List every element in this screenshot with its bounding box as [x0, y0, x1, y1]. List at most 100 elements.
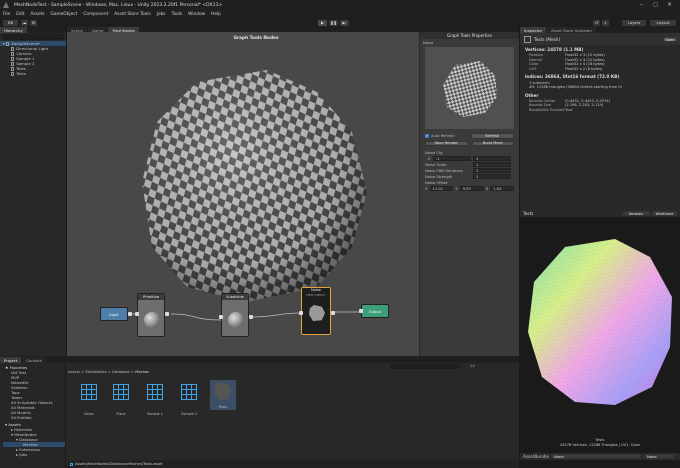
port-noise-in[interactable] — [299, 311, 303, 315]
menu-asset-store-tools[interactable]: Asset Store Tools — [114, 12, 150, 17]
menu-tools[interactable]: Tools — [172, 12, 183, 17]
history-icon[interactable]: ↺ — [593, 19, 600, 26]
auto-refresh-toggle[interactable]: ✓ Auto Refresh — [425, 133, 467, 138]
mesh-grid-icon — [113, 384, 129, 400]
attr-format: Float32 x 4 (16 bytes) — [565, 62, 605, 67]
maximize-icon[interactable]: □ — [653, 2, 658, 8]
asset-mesh-item[interactable]: Plane — [108, 384, 134, 416]
asset-name: Tests — [218, 405, 228, 409]
hierarchy-search-input[interactable] — [2, 34, 64, 40]
asset-mesh-item-selected[interactable]: Tests — [210, 380, 236, 410]
window-title-bar: MeshNodeTest - SampleScene - Windows, Ma… — [0, 0, 680, 10]
build-mesh-button[interactable]: Build Mesh — [471, 140, 514, 146]
node-noise[interactable]: Noise MESH OBJECT — [301, 287, 331, 335]
asset-mesh-item[interactable]: Sample 1 — [142, 384, 168, 416]
range-max-field[interactable]: 1 — [473, 156, 511, 161]
menu-assets[interactable]: Assets — [31, 12, 45, 17]
hierarchy-item-label: Tests — [16, 71, 26, 76]
port-noise-out[interactable] — [331, 311, 335, 315]
inspector-panel: Inspector Asset Store Uploader Tests (Me… — [520, 26, 680, 210]
asset-mesh-item[interactable]: Noise — [76, 384, 102, 416]
node-input[interactable]: Input — [100, 307, 128, 321]
sphere-preview-icon — [228, 312, 244, 328]
selected-asset-path: Assets/MeshNodes/Database/Meshes/Tests.a… — [75, 462, 163, 466]
node-output[interactable]: Output — [361, 304, 389, 318]
preview-label: Noise — [423, 41, 434, 45]
breadcrumb-item[interactable]: Meshes — [135, 370, 149, 374]
port-subdivide-in[interactable] — [219, 315, 223, 319]
node-subdivide[interactable]: Subdivide — [221, 293, 249, 337]
menu-window[interactable]: Window — [188, 12, 205, 17]
close-icon[interactable]: × — [667, 1, 672, 8]
folder-label: Jobs — [19, 452, 28, 457]
asset-name: Plane — [116, 412, 126, 416]
layers-dropdown[interactable]: Layers — [622, 19, 646, 26]
folder-item[interactable]: ▸ Jobs — [3, 452, 65, 457]
preview-title: Tests — [523, 211, 534, 216]
tab-hierarchy[interactable]: Hierarchy — [0, 27, 27, 33]
open-button[interactable]: Open — [663, 37, 677, 42]
menu-file[interactable]: File — [3, 12, 10, 17]
port-input-out[interactable] — [128, 312, 132, 316]
step-button[interactable]: ▶| — [340, 19, 349, 26]
noise-preview-icon — [309, 305, 325, 321]
pause-button[interactable]: ❚❚ — [329, 19, 338, 26]
node-primitive[interactable]: Primitive — [137, 293, 165, 337]
menu-component[interactable]: Component — [83, 12, 108, 17]
noise-scale-row: Noise Scale 1 — [425, 162, 514, 167]
other-key: Bounds Center — [529, 98, 556, 103]
menu-help[interactable]: Help — [211, 12, 221, 17]
noise-mesh-preview — [443, 61, 497, 117]
graph-properties-title: Graph Tools Properties — [420, 32, 519, 39]
asset-mesh-item[interactable]: Sample 2 — [176, 384, 202, 416]
wireframe-toggle[interactable]: Wireframe — [652, 211, 677, 216]
indices-line: #0: 12288 triangles (36864 indices start… — [529, 85, 623, 90]
offset-z-field[interactable]: 1.03 — [490, 186, 514, 191]
noise-fbm-row: Noise FBM Iterations 1 — [425, 168, 514, 173]
auto-refresh-label: Auto Refresh — [431, 133, 455, 138]
noise-range-row: X -1 1 — [425, 156, 514, 161]
minimize-icon[interactable]: – — [640, 1, 643, 8]
mesh-small-icon — [70, 462, 73, 466]
noise-scale-field[interactable]: 1 — [473, 162, 511, 167]
mesh-grid-icon — [147, 384, 163, 400]
favorite-item[interactable]: All Prefabs — [3, 415, 65, 420]
port-output-in[interactable] — [359, 309, 363, 313]
breadcrumb-item[interactable]: MeshNodes — [85, 370, 106, 374]
account-button[interactable]: RB — [3, 19, 18, 26]
other-value: (2.196, 2.203, 2.119) — [565, 103, 604, 108]
project-search-input[interactable] — [390, 364, 460, 369]
account-label: RB — [7, 20, 14, 25]
breadcrumb-item[interactable]: Assets — [68, 370, 80, 374]
mesh-preview-panel: Tests Normals Wireframe Tests 24578 Vert… — [520, 210, 680, 468]
menu-edit[interactable]: Edit — [16, 12, 24, 17]
assetbundle-variant-dropdown[interactable]: None — [644, 454, 674, 459]
play-button[interactable]: ▶ — [318, 19, 327, 26]
graph-viewport[interactable]: Graph Tools Nodes Input Primitive Subdiv… — [67, 32, 519, 356]
cloud-icon[interactable]: ☁ — [21, 19, 28, 26]
port-subdivide-out[interactable] — [249, 315, 253, 319]
mesh-icon — [524, 35, 531, 43]
range-min-field[interactable]: -1 — [433, 156, 471, 161]
other-value: True — [565, 108, 573, 113]
port-primitive-out[interactable] — [165, 312, 169, 316]
gameobject-icon — [11, 72, 15, 76]
hierarchy-item[interactable]: Tests — [3, 71, 66, 76]
normals-mesh-preview — [528, 239, 672, 405]
port-primitive-in[interactable] — [135, 312, 139, 316]
refresh-button[interactable]: Refresh — [470, 133, 514, 139]
breadcrumb-item[interactable]: Database — [112, 370, 130, 374]
search-icon[interactable]: ⌕ — [602, 19, 609, 26]
menu-gameobject[interactable]: GameObject — [51, 12, 78, 17]
offset-x-field[interactable]: 11.01 — [429, 186, 454, 191]
offset-y-field[interactable]: 5.97 — [459, 186, 484, 191]
preview-mode-dropdown[interactable]: Normals — [622, 211, 650, 216]
noise-strength-field[interactable]: 1 — [473, 174, 511, 179]
menu-jobs[interactable]: Jobs — [157, 12, 166, 17]
assetbundle-dropdown[interactable]: None — [551, 454, 641, 459]
layout-dropdown[interactable]: Layout — [650, 19, 676, 26]
collab-icon[interactable]: ⚙ — [30, 19, 37, 26]
hierarchy-panel: Hierarchy ▾ SampleScene* Directional Lig… — [0, 26, 66, 356]
save-render-button[interactable]: Save Render — [425, 140, 468, 146]
noise-fbm-field[interactable]: 1 — [473, 168, 511, 173]
